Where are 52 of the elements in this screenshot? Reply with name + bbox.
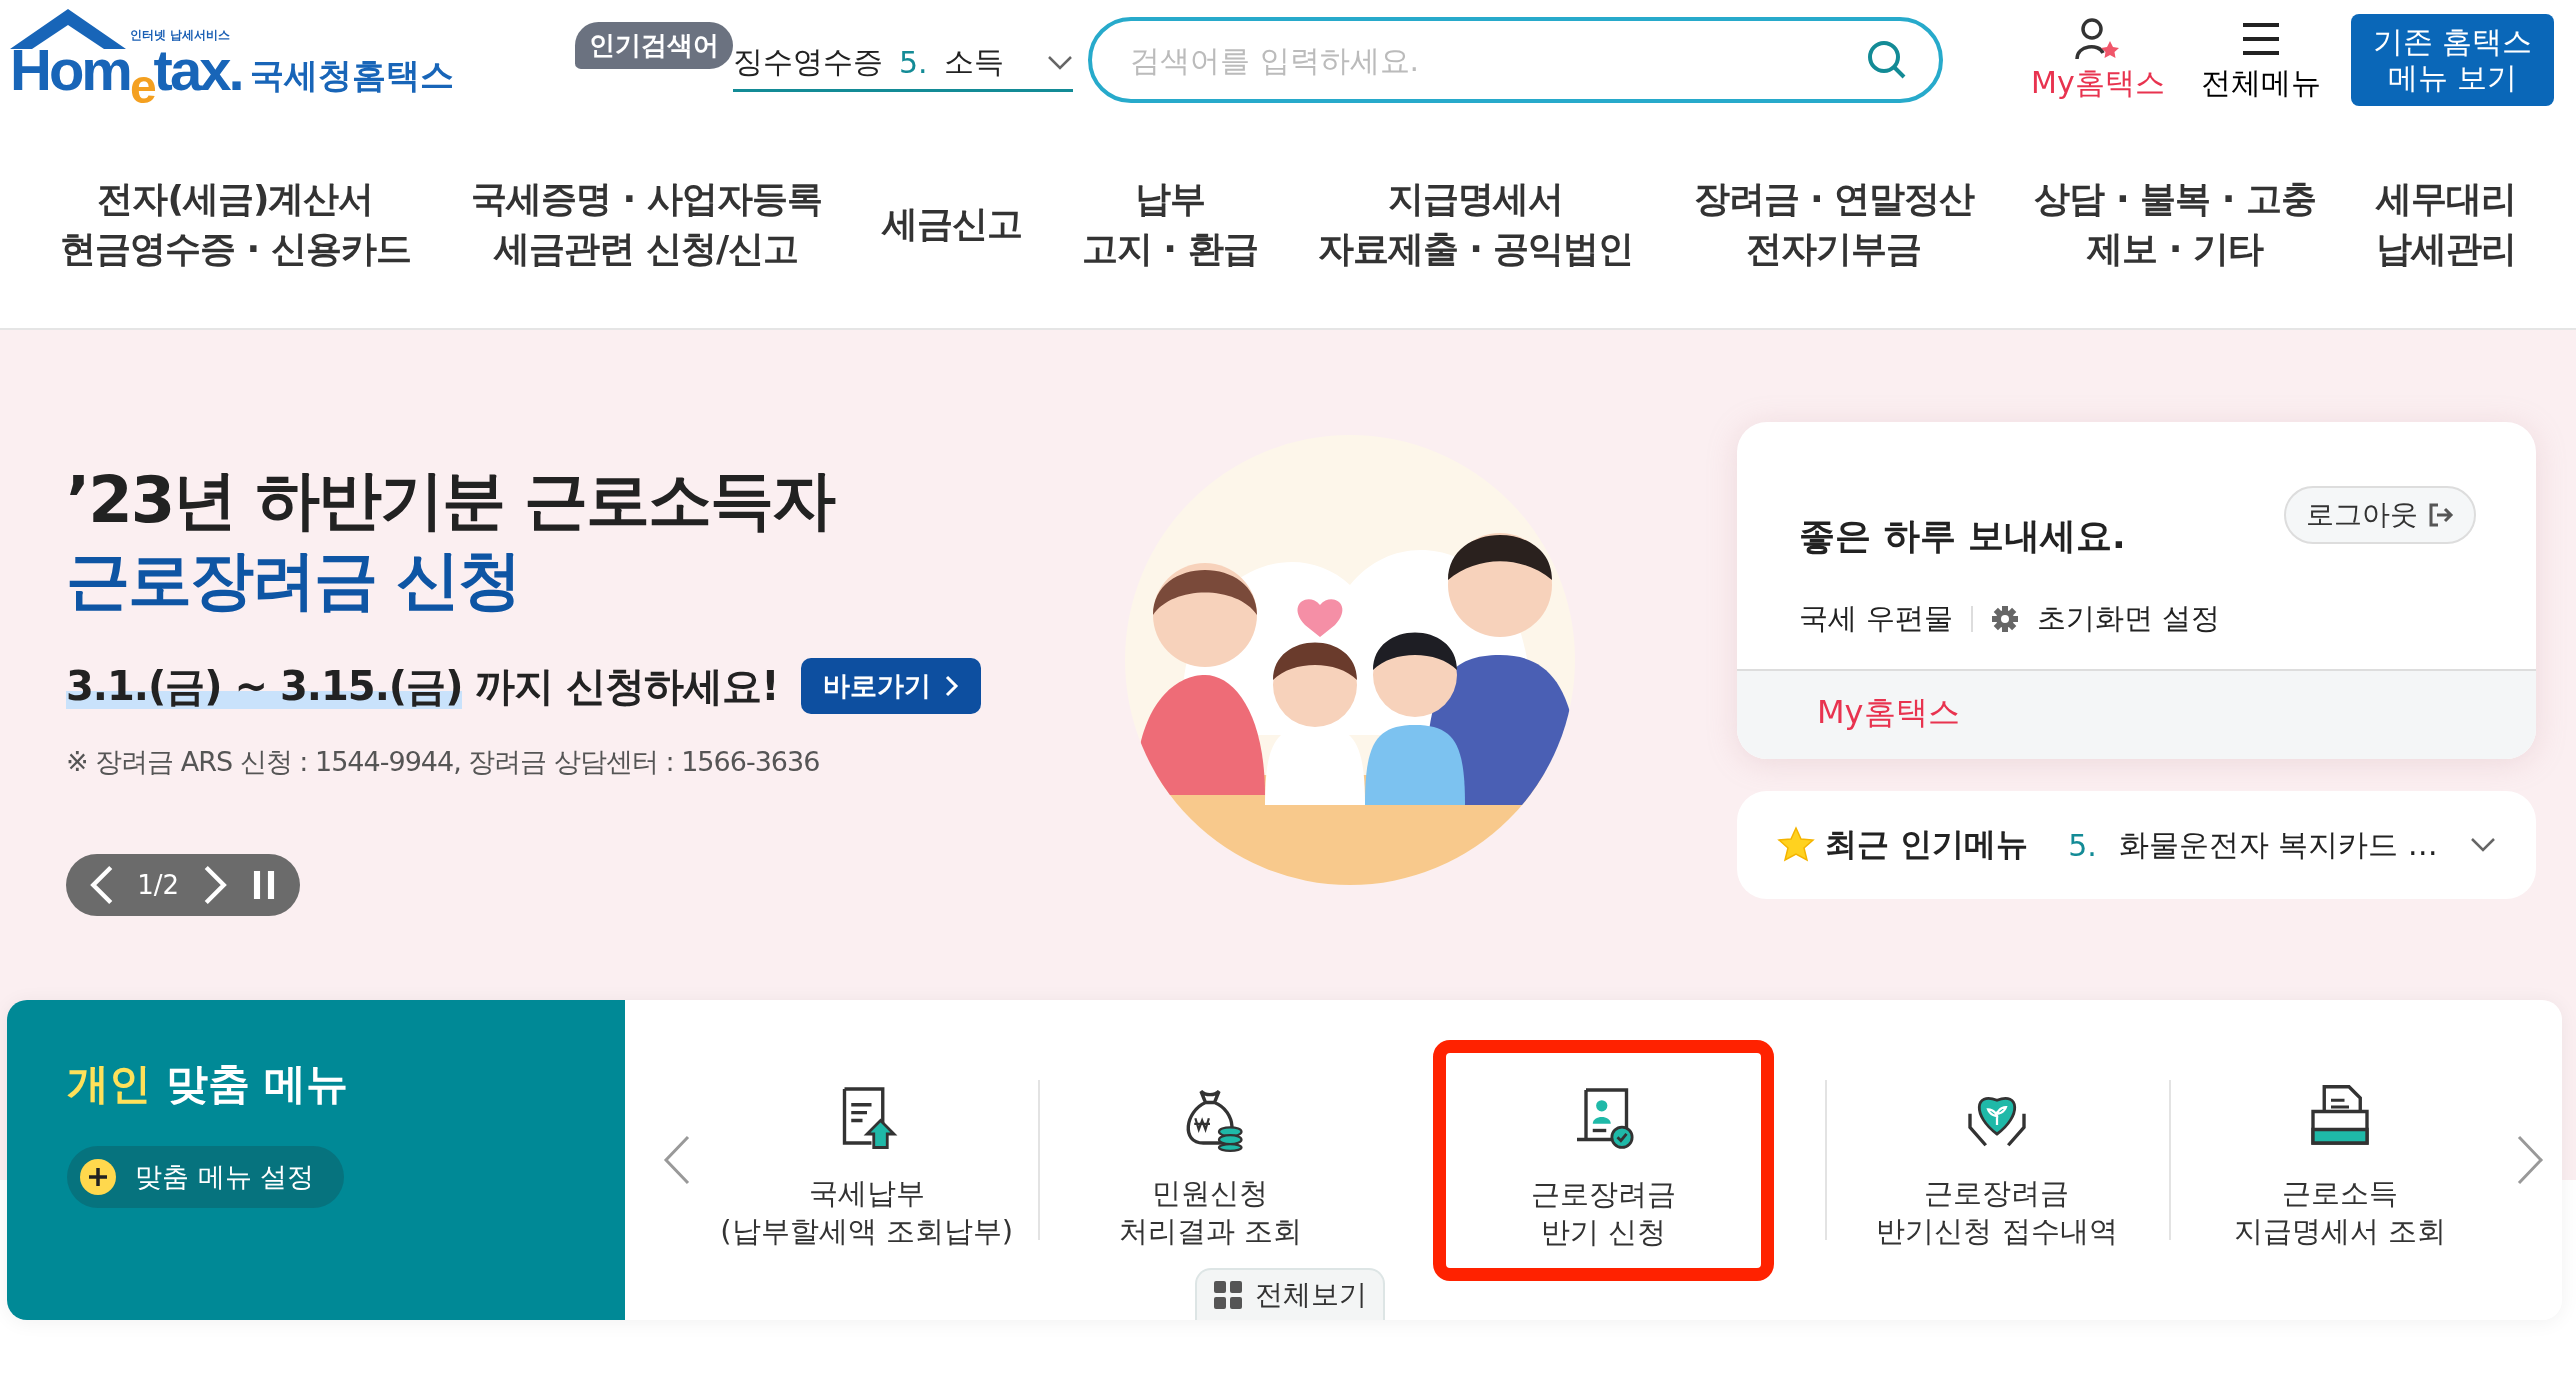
- quick-menu-item[interactable]: 근로장려금 반기 신청: [1431, 1038, 1776, 1282]
- logo-name[interactable]: 국세청홈택스: [249, 52, 454, 99]
- plus-icon: [79, 1158, 117, 1196]
- nav-item[interactable]: 상담 · 불복 · 고충 제보 · 기타: [2034, 174, 2316, 274]
- all-menu-button[interactable]: 전체메뉴: [2200, 16, 2321, 104]
- custom-menu-settings-button[interactable]: 맞춤 메뉴 설정: [67, 1146, 345, 1208]
- postal-link[interactable]: 국세 우편물: [1799, 599, 1954, 639]
- nav-item[interactable]: 세금신고: [881, 199, 1022, 249]
- legacy-menu-button[interactable]: 기존 홈택스 메뉴 보기: [2350, 14, 2555, 106]
- home-setting-link[interactable]: 초기화면 설정: [2037, 599, 2221, 639]
- hero-note: ※ 장려금 ARS 신청 : 1544-9944, 장려금 상담센터 : 1566-3636: [66, 745, 821, 779]
- popular-search-badge: 인기검색어: [575, 21, 733, 69]
- quick-menu-item[interactable]: 국세납부 (납부할세액 조회납부): [695, 1060, 1039, 1260]
- popular-menu-bar[interactable]: 최근 인기메뉴 5. 화물운전자 복지카드 …: [1737, 791, 2536, 899]
- quick-menu-item[interactable]: 근로소득 지급명세서 조회: [2168, 1060, 2513, 1260]
- next-button[interactable]: [2516, 1135, 2544, 1185]
- prev-button[interactable]: [663, 1135, 691, 1185]
- search-bar[interactable]: 검색어를 입력하세요.: [1088, 17, 1943, 103]
- chevron-right-icon: [944, 675, 959, 697]
- view-all-button[interactable]: 전체보기: [1195, 1268, 1385, 1320]
- hero-title: ’23년 하반기분 근로소득자: [66, 462, 836, 539]
- nav-item[interactable]: 국세증명 · 사업자등록 세금관련 신청/신고: [470, 174, 822, 274]
- ticker-text: 소득: [943, 43, 1004, 81]
- chevron-down-icon[interactable]: [1047, 54, 1073, 71]
- ticker-text: 징수영수증: [733, 43, 883, 81]
- popular-menu-term: 화물운전자 복지카드 …: [2118, 825, 2438, 864]
- nav-item[interactable]: 세무대리 납세관리: [2375, 174, 2516, 274]
- quick-menu-item[interactable]: 근로장려금 반기신청 접수내역: [1825, 1060, 2169, 1260]
- grid-icon: [1213, 1280, 1243, 1310]
- greeting: 좋은 하루 보내세요.: [1799, 514, 2126, 558]
- chevron-down-icon[interactable]: [2470, 837, 2496, 853]
- house-icon: [10, 9, 126, 50]
- panel-title: 개인 맞춤 메뉴: [67, 1058, 350, 1110]
- logout-button[interactable]: 로그아웃: [2284, 486, 2476, 544]
- popular-search-ticker[interactable]: 징수영수증 5. 소득: [733, 28, 1073, 92]
- my-hometax-button[interactable]: My홈택스: [2031, 16, 2165, 104]
- nav-item[interactable]: 전자(세금)계산서 현금영수증 · 신용카드: [60, 174, 411, 274]
- ticker-rank: 5.: [899, 45, 928, 80]
- quick-menu-item[interactable]: 민원신청 처리결과 조회: [1038, 1060, 1382, 1260]
- hero-highlight: 근로장려금 신청: [66, 542, 522, 619]
- logout-icon: [2428, 502, 2454, 528]
- popular-menu-rank: 5.: [2068, 827, 2097, 863]
- gear-icon: [1991, 605, 2020, 633]
- search-input[interactable]: 검색어를 입력하세요.: [1128, 41, 1865, 79]
- popular-menu-title: 최근 인기메뉴: [1825, 824, 2029, 865]
- star-icon: [1777, 826, 1815, 864]
- my-hometax-link[interactable]: My홈택스: [1817, 693, 1960, 731]
- go-button[interactable]: 바로가기: [800, 658, 981, 714]
- slide-counter: 1/2: [137, 870, 180, 900]
- nav-item[interactable]: 지급명세서 자료제출 · 공익법인: [1317, 174, 1634, 274]
- nav-item[interactable]: 납부 고지 · 환급: [1081, 174, 1258, 274]
- nav-item[interactable]: 장려금 · 연말정산 전자기부금: [1693, 174, 1975, 274]
